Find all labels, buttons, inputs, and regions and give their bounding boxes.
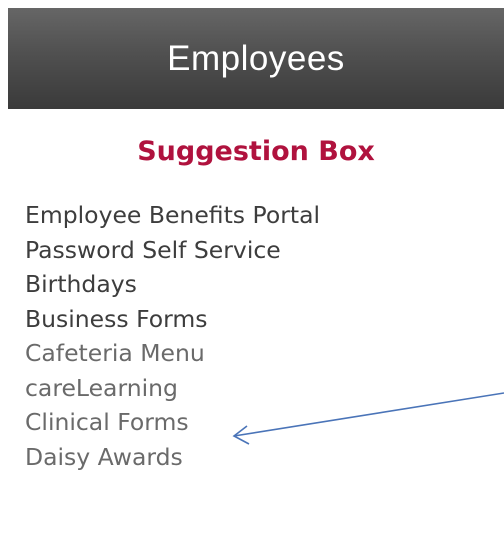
arrow-shaft [233, 392, 504, 437]
annotation-arrow [232, 392, 504, 445]
